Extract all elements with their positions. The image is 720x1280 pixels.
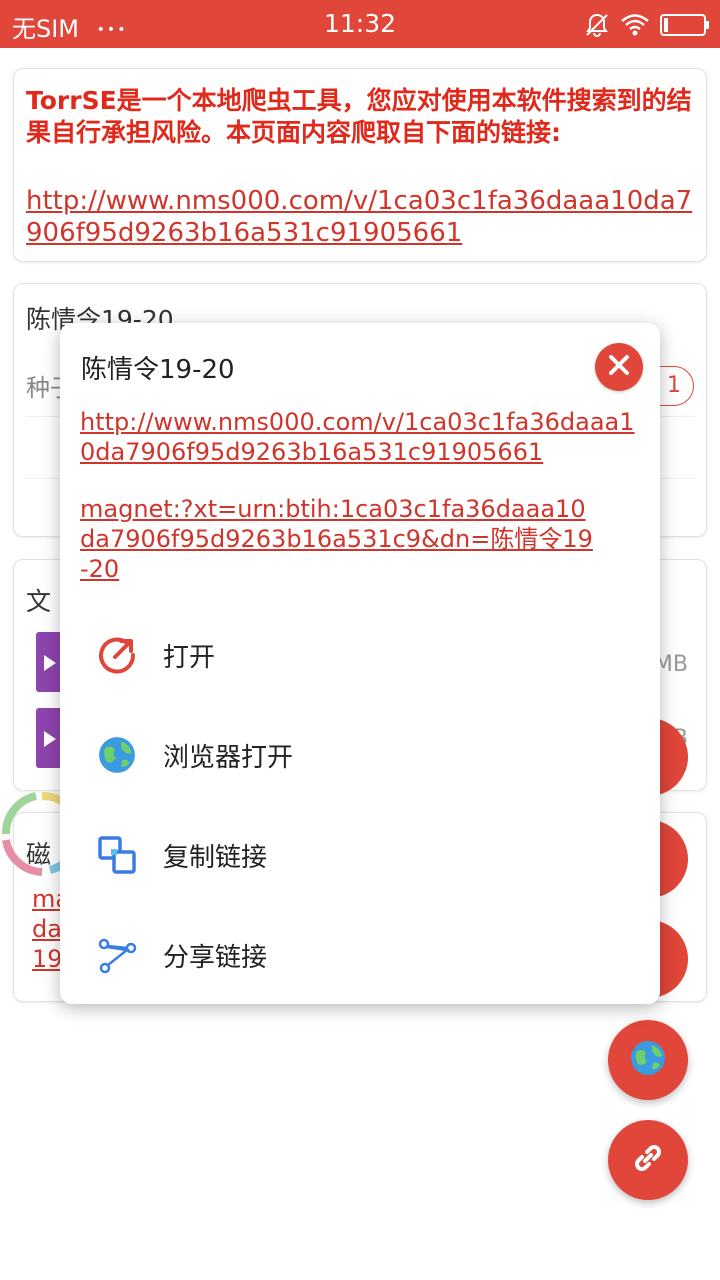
close-button[interactable] [595, 343, 643, 391]
page-url-link[interactable]: http://www.nms000.com/v/1ca03c1fa36daaa1… [80, 407, 640, 467]
magnet-link-line[interactable]: da [32, 915, 62, 943]
battery-icon [660, 13, 710, 41]
menu-item-label: 复制链接 [163, 842, 268, 873]
status-icons [584, 12, 710, 42]
files-title: 文 [26, 587, 52, 616]
browser-fab[interactable] [608, 1020, 688, 1100]
globe-icon [96, 734, 138, 776]
share-icon [96, 934, 138, 976]
menu-item-share-link[interactable]: 分享链接 [60, 905, 660, 1005]
notice-card: TorrSE是一个本地爬虫工具，您应对使用本软件搜索到的结果自行承担风险。本页面… [13, 68, 707, 262]
status-bar: 无SIM ••• 11:32 [0, 0, 720, 48]
open-icon [96, 634, 138, 676]
wifi-icon [620, 13, 650, 41]
source-link[interactable]: http://www.nms000.com/v/1ca03c1fa36daaa1… [26, 185, 696, 249]
close-icon [607, 353, 631, 381]
magnet-link[interactable]: magnet:?xt=urn:btih:1ca03c1fa36daaa10da7… [80, 494, 600, 584]
menu-item-label: 浏览器打开 [163, 742, 294, 773]
link-fab[interactable] [608, 1120, 688, 1200]
mute-bell-icon [584, 12, 610, 42]
link-icon [628, 1138, 668, 1182]
dialog-title: 陈情令19-20 [81, 355, 235, 385]
link-options-dialog: 陈情令19-20 http://www.nms000.com/v/1ca03c1… [60, 323, 660, 1004]
menu-item-browser-open[interactable]: 浏览器打开 [60, 705, 660, 805]
disclaimer-text: TorrSE是一个本地爬虫工具，您应对使用本软件搜索到的结果自行承担风险。本页面… [26, 86, 692, 147]
menu-item-label: 打开 [163, 642, 216, 673]
globe-icon [629, 1039, 667, 1081]
menu-item-copy-link[interactable]: 复制链接 [60, 805, 660, 905]
menu-item-label: 分享链接 [163, 942, 268, 973]
copy-icon [96, 834, 138, 876]
magnet-link-line[interactable]: 19 [32, 945, 63, 973]
menu-item-open[interactable]: 打开 [60, 605, 660, 705]
